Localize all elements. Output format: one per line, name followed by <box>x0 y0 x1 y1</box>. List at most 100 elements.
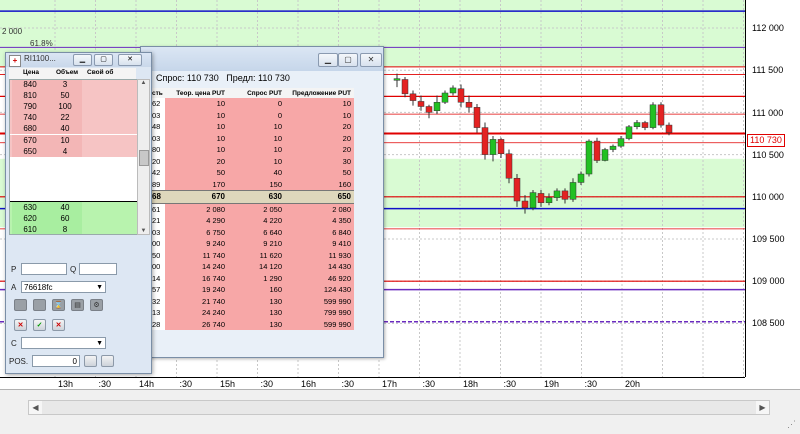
horizontal-scrollbar[interactable]: ◀ ▶ <box>28 400 770 415</box>
price-input[interactable] <box>21 263 67 275</box>
options-row[interactable]: 03 10 10 20 <box>149 132 354 144</box>
comment-field-label: C <box>11 339 17 348</box>
options-row[interactable]: 89 170 150 160 <box>149 178 354 191</box>
options-cell: 10 <box>228 155 285 167</box>
options-row[interactable]: 32 21 740 130 599 990 <box>149 295 354 307</box>
ask-row[interactable]: 670 10 <box>10 134 137 146</box>
scroll-right-icon[interactable]: ▶ <box>756 401 769 414</box>
options-col-header[interactable]: Спрос PUT <box>228 88 285 98</box>
options-row[interactable]: 61 2 080 2 050 2 080 <box>149 203 354 215</box>
price-tick-label: 109 500 <box>752 234 785 244</box>
scroll-up-icon[interactable]: ▲ <box>138 80 149 86</box>
candle-up <box>569 182 577 200</box>
buy-order-icon[interactable]: ✓ <box>33 319 46 331</box>
minimize-button[interactable]: ▁ <box>73 54 92 66</box>
options-cell: 10 <box>285 109 354 121</box>
close-button[interactable]: ✕ <box>360 53 382 67</box>
options-row[interactable]: 57 19 240 160 124 430 <box>149 284 354 296</box>
options-col-header[interactable]: Теор. цена PUT <box>165 88 228 98</box>
options-cell: 10 <box>165 144 228 156</box>
order-book-scrollbar[interactable]: ▲ ▼ <box>137 79 150 235</box>
price-tick-label: 111 000 <box>752 108 784 118</box>
scroll-down-icon[interactable]: ▼ <box>138 228 149 234</box>
ask-row[interactable]: 790 100 <box>10 101 137 113</box>
candle-down <box>457 88 465 103</box>
ask-row[interactable]: 840 3 <box>10 80 137 91</box>
settings-icon[interactable]: ⚙ <box>90 299 103 311</box>
resize-grip-icon[interactable]: ⋰ <box>787 419 796 430</box>
options-row[interactable]: 50 11 740 11 620 11 930 <box>149 249 354 261</box>
order-book-window[interactable]: + RI1100... ▁ ▢ ✕ Цена Объем Свой об 840… <box>5 52 152 374</box>
maximize-button[interactable]: ▢ <box>94 54 113 66</box>
options-row[interactable]: 00 9 240 9 210 9 410 <box>149 238 354 250</box>
comment-select[interactable]: ▼ <box>21 337 106 349</box>
order-book-grid[interactable]: 840 3 810 50 790 100 740 22 680 40 670 10 650 4 630 40 6… <box>9 79 138 235</box>
options-row[interactable]: 62 10 0 10 <box>149 98 354 110</box>
chart-icon[interactable]: ▤ <box>71 299 84 311</box>
options-row[interactable]: 28 26 740 130 599 990 <box>149 318 354 330</box>
action-button-1[interactable] <box>14 299 27 311</box>
options-cell: 160 <box>228 284 285 296</box>
sell-order-icon[interactable]: ✕ <box>14 319 27 331</box>
position-button-2[interactable] <box>101 355 114 367</box>
col-price: Цена <box>23 69 39 76</box>
minimize-button[interactable]: ▁ <box>318 53 338 67</box>
bid-row[interactable]: 610 8 <box>10 224 137 234</box>
candle-down <box>409 93 417 101</box>
ask-volume: 22 <box>48 112 82 124</box>
options-row[interactable]: 68 670 630 650 <box>149 190 354 204</box>
scroll-thumb[interactable] <box>139 150 149 166</box>
scroll-left-icon[interactable]: ◀ <box>29 401 42 414</box>
options-row[interactable]: 03 10 0 10 <box>149 109 354 121</box>
options-col-header[interactable]: Предложение PUT <box>285 88 354 98</box>
order-book-title: RI1100... <box>24 54 56 63</box>
action-button-2[interactable] <box>33 299 46 311</box>
col-own-volume: Свой об <box>87 69 114 76</box>
candle-down <box>425 106 433 113</box>
bid-row[interactable]: 620 60 <box>10 213 137 225</box>
position-label: POS. <box>9 357 29 366</box>
options-cell: 6 840 <box>285 226 354 238</box>
ask-row[interactable]: 680 40 <box>10 123 137 135</box>
options-cell: 170 <box>165 178 228 191</box>
ask-volume: 100 <box>48 101 82 113</box>
hourglass-icon[interactable]: ⌛ <box>52 299 65 311</box>
ask-row[interactable]: 650 4 <box>10 145 137 157</box>
candle-down <box>521 200 529 209</box>
ask-price: 790 <box>12 101 48 113</box>
ask-row[interactable]: 810 50 <box>10 90 137 102</box>
cancel-orders-icon[interactable]: ✕ <box>52 319 65 331</box>
maximize-button[interactable]: ▢ <box>338 53 358 67</box>
options-row[interactable]: 42 50 40 50 <box>149 167 354 179</box>
options-window-titlebar[interactable]: ▁ ▢ ✕ <box>141 47 383 71</box>
options-row[interactable]: 20 20 10 30 <box>149 155 354 167</box>
bid-row[interactable]: 630 40 <box>10 202 137 214</box>
options-cell: 150 <box>228 178 285 191</box>
options-cell: 1 290 <box>228 272 285 284</box>
candle-up <box>577 173 585 183</box>
options-row[interactable]: 03 6 750 6 640 6 840 <box>149 226 354 238</box>
price-tick-label: 111 500 <box>752 65 784 75</box>
options-table[interactable]: сть Теор. цена PUT Спрос PUT Предложение PU… <box>149 88 354 330</box>
options-cell: 4 290 <box>165 215 228 227</box>
options-row[interactable]: 21 4 290 4 220 4 350 <box>149 215 354 227</box>
ask-row[interactable]: 740 22 <box>10 112 137 124</box>
options-cell: 650 <box>285 190 354 204</box>
options-row[interactable]: 48 10 10 20 <box>149 121 354 133</box>
options-row[interactable]: 80 10 10 20 <box>149 144 354 156</box>
quantity-input[interactable] <box>79 263 117 275</box>
options-row[interactable]: 13 24 240 130 799 990 <box>149 307 354 319</box>
options-row[interactable]: 00 14 240 14 120 14 430 <box>149 261 354 273</box>
position-button-1[interactable] <box>84 355 97 367</box>
bid-volume: 8 <box>48 224 82 234</box>
time-tick-label: :30 <box>584 379 598 389</box>
options-cell: 9 240 <box>165 238 228 250</box>
options-row[interactable]: 14 16 740 1 290 46 920 <box>149 272 354 284</box>
time-tick-label: 19h <box>544 379 560 389</box>
options-cell: 799 990 <box>285 307 354 319</box>
time-tick-label: :30 <box>422 379 436 389</box>
options-board-window[interactable]: ▁ ▢ ✕ Спрос: 110 730 Предл: 110 730 сть Т… <box>140 46 384 358</box>
account-select[interactable]: 76618fc ▼ <box>21 281 106 293</box>
order-book-titlebar[interactable]: + RI1100... ▁ ▢ ✕ <box>6 53 151 67</box>
close-button[interactable]: ✕ <box>118 54 142 66</box>
